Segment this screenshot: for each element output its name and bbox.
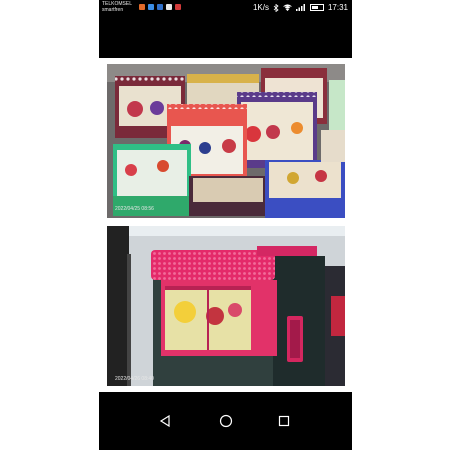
notification-gmail-icon: [175, 4, 181, 10]
signal-icon: [295, 4, 305, 11]
phone-screen: TELKOMSEL smartfren 1K/s 17:31 2022/04/2…: [99, 0, 352, 450]
wifi-icon: [283, 4, 292, 11]
notification-messenger-icon: [148, 4, 154, 10]
navigation-bar: [99, 392, 352, 450]
product-photo-fridge-cover[interactable]: 2022/04/26 08:40: [107, 226, 345, 386]
bluetooth-icon: [273, 3, 279, 12]
notification-message-icon: [166, 4, 172, 10]
back-triangle-icon[interactable]: [155, 411, 175, 431]
status-bar: TELKOMSEL smartfren 1K/s 17:31: [99, 0, 352, 58]
notification-icons: [139, 4, 181, 10]
battery-icon: [309, 4, 324, 11]
carrier-sub-name: smartfren: [102, 7, 124, 13]
product-photo-stacked-covers[interactable]: 2022/04/25 08:56: [107, 64, 345, 218]
status-right: 1K/s 17:31: [253, 3, 348, 12]
photo-timestamp: 2022/04/25 08:56: [115, 206, 154, 212]
recents-square-icon[interactable]: [274, 411, 294, 431]
battery-level: [311, 6, 318, 9]
photo-timestamp: 2022/04/26 08:40: [115, 376, 154, 382]
clock: 17:31: [327, 3, 348, 12]
network-speed: 1K/s: [252, 3, 269, 12]
notification-app-icon: [139, 4, 145, 10]
home-circle-icon[interactable]: [216, 411, 236, 431]
fridge-cover-image: 2022/04/26 08:40: [107, 226, 345, 386]
notification-facebook-icon: [157, 4, 163, 10]
stacked-covers-image: 2022/04/25 08:56: [107, 64, 345, 218]
carrier-info: TELKOMSEL smartfren: [102, 1, 132, 13]
